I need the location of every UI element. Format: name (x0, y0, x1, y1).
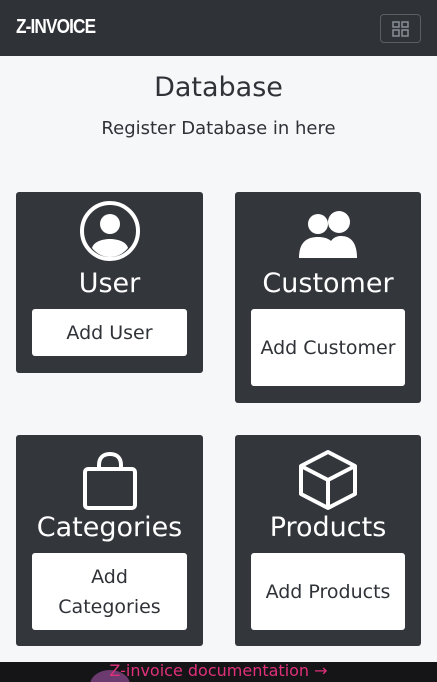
page-subtitle: Register Database in here (101, 118, 336, 139)
documentation-link[interactable]: Z-invoice documentation → (0, 662, 437, 680)
card-user: User Add User (16, 192, 203, 373)
page-title: Database (154, 72, 283, 103)
navbar-toggle-button[interactable] (380, 14, 421, 43)
footer-banner: Z-invoice documentation → (0, 662, 437, 682)
shopping-bag-icon (16, 451, 203, 511)
card-products: Products Add Products (235, 435, 421, 646)
brand-logo[interactable]: Z-INVOICE (16, 16, 96, 39)
grid-icon (392, 21, 409, 37)
card-customer-label: Customer (262, 268, 394, 299)
card-categories-label: Categories (36, 512, 183, 543)
card-products-label: Products (269, 512, 387, 543)
add-products-button[interactable]: Add Products (251, 553, 405, 630)
add-user-button[interactable]: Add User (32, 309, 187, 356)
navbar: Z-INVOICE (0, 0, 437, 56)
card-categories: Categories Add Categories (16, 435, 203, 646)
users-icon (235, 210, 421, 260)
box-icon (235, 449, 421, 511)
card-user-label: User (78, 268, 141, 299)
add-customer-button[interactable]: Add Customer (251, 309, 405, 386)
card-customer: Customer Add Customer (235, 192, 421, 403)
add-categories-button[interactable]: Add Categories (32, 553, 187, 630)
user-circle-icon (16, 200, 203, 262)
